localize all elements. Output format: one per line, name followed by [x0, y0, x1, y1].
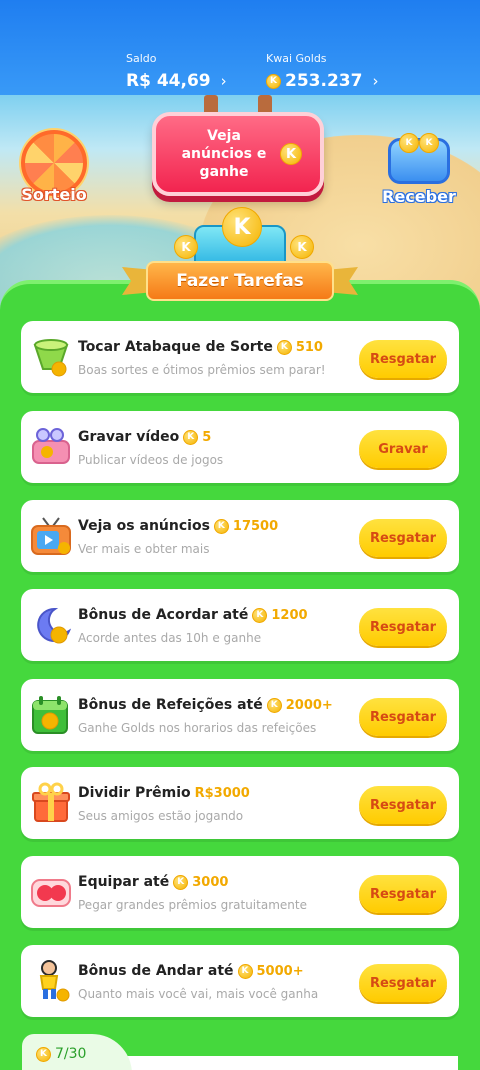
task-subtitle: Boas sortes e ótimos prêmios sem parar!	[78, 363, 326, 377]
moon-icon	[29, 603, 73, 647]
saldo-label: Saldo	[126, 52, 157, 65]
progress-count: 7/30	[55, 1046, 87, 1062]
task-card: Equipar até K 3000 Pegar grandes prêmios…	[21, 856, 459, 928]
gift-icon	[29, 781, 73, 825]
coin-icon: K	[174, 235, 198, 259]
task-reward: 1200	[271, 607, 308, 623]
task-reward: 510	[295, 339, 323, 355]
task-title: Tocar Atabaque de Sorte	[78, 339, 273, 355]
task-card: Bônus de Andar até K 5000+ Quanto mais v…	[21, 945, 459, 1017]
receber-button[interactable]: K K Receber	[380, 133, 458, 208]
saldo-value-row: R$ 44,69 ›	[126, 71, 227, 91]
resgatar-button[interactable]: Resgatar	[359, 519, 447, 557]
coin-icon: K	[399, 133, 419, 153]
treasure-chest-icon: K K	[388, 133, 450, 184]
task-title-row: Bônus de Acordar até K 1200	[78, 607, 308, 623]
coin-icon: K	[280, 143, 302, 165]
task-title-row: Gravar vídeo K 5	[78, 429, 211, 445]
coin-icon: K	[222, 207, 262, 247]
task-title: Bônus de Refeições até	[78, 697, 263, 713]
receber-label: Receber	[382, 187, 456, 206]
task-card: Bônus de Acordar até K 1200 Acorde antes…	[21, 589, 459, 661]
sorteio-label: Sorteio	[21, 185, 87, 204]
task-reward: 3000	[192, 874, 229, 890]
watch-ads-label: Veja anúncios e ganhe	[181, 128, 267, 180]
golds-stat[interactable]: Kwai Golds K 253.237 ›	[266, 52, 378, 91]
task-card: Bônus de Refeições até K 2000+ Ganhe Gol…	[21, 679, 459, 751]
resgatar-button[interactable]: Resgatar	[359, 698, 447, 736]
coin-icon: K	[276, 339, 292, 355]
boxing-glove-icon	[29, 870, 73, 914]
task-title: Bônus de Andar até	[78, 963, 234, 979]
task-reward: 2000+	[285, 697, 333, 713]
golds-value-row: K 253.237 ›	[266, 71, 378, 91]
video-record-icon	[29, 425, 73, 469]
coin-icon: K	[266, 73, 281, 89]
drum-icon	[29, 335, 73, 379]
task-subtitle: Ganhe Golds nos horarios das refeições	[78, 721, 317, 735]
coin-icon: K	[419, 133, 439, 153]
task-card: Veja os anúncios K 17500 Ver mais e obte…	[21, 500, 459, 572]
runner-icon	[29, 959, 73, 1003]
task-reward: R$3000	[194, 785, 250, 801]
banner-title: Fazer Tarefas	[146, 261, 334, 301]
gravar-button[interactable]: Gravar	[359, 430, 447, 468]
coin-icon: K	[183, 429, 199, 445]
task-title: Equipar até	[78, 874, 170, 890]
resgatar-button[interactable]: Resgatar	[359, 875, 447, 913]
task-reward: 5000+	[256, 963, 304, 979]
task-title-row: Dividir Prêmio R$3000	[78, 785, 250, 801]
coin-icon: K	[252, 607, 268, 623]
task-title-row: Tocar Atabaque de Sorte K 510	[78, 339, 323, 355]
task-title-row: Bônus de Andar até K 5000+	[78, 963, 304, 979]
coin-icon: K	[36, 1046, 51, 1062]
resgatar-button[interactable]: Resgatar	[359, 964, 447, 1002]
golds-value: 253.237	[285, 71, 363, 91]
tv-icon	[29, 514, 73, 558]
saldo-stat[interactable]: Saldo R$ 44,69 ›	[126, 52, 227, 91]
task-subtitle: Seus amigos estão jogando	[78, 809, 244, 823]
resgatar-button[interactable]: Resgatar	[359, 340, 447, 378]
task-title-row: Bônus de Refeições até K 2000+	[78, 697, 333, 713]
task-reward: 17500	[232, 518, 279, 534]
task-subtitle: Acorde antes das 10h e ganhe	[78, 631, 262, 645]
task-subtitle: Publicar vídeos de jogos	[78, 453, 224, 467]
task-title: Bônus de Acordar até	[78, 607, 249, 623]
task-title-row: Equipar até K 3000	[78, 874, 228, 890]
task-subtitle: Quanto mais você vai, mais você ganha	[78, 987, 319, 1001]
resgatar-button[interactable]: Resgatar	[359, 786, 447, 824]
task-title: Dividir Prêmio	[78, 785, 191, 801]
task-title: Veja os anúncios	[78, 518, 210, 534]
coin-icon: K	[290, 235, 314, 259]
chevron-right-icon: ›	[220, 72, 227, 90]
coin-icon: K	[266, 697, 282, 713]
sorteio-button[interactable]: Sorteio	[18, 130, 90, 206]
task-card: Tocar Atabaque de Sorte K 510 Boas sorte…	[21, 321, 459, 393]
calendar-icon	[29, 693, 73, 737]
chevron-right-icon: ›	[372, 72, 379, 90]
coin-icon: K	[237, 963, 253, 979]
coin-icon: K	[213, 518, 229, 534]
watch-ads-button[interactable]: Veja anúncios e ganhe K	[152, 112, 324, 196]
task-subtitle: Pegar grandes prêmios gratuitamente	[78, 898, 307, 912]
header-bar	[0, 0, 480, 100]
saldo-value: R$ 44,69	[126, 71, 211, 91]
coin-icon: K	[173, 874, 189, 890]
task-title: Gravar vídeo	[78, 429, 180, 445]
task-reward: 5	[202, 429, 212, 445]
task-card: Gravar vídeo K 5 Publicar vídeos de jogo…	[21, 411, 459, 483]
task-subtitle: Ver mais e obter mais	[78, 542, 210, 556]
task-title-row: Veja os anúncios K 17500	[78, 518, 278, 534]
task-card: Dividir Prêmio R$3000 Seus amigos estão …	[21, 767, 459, 839]
tasks-banner: K K K Fazer Tarefas	[110, 205, 370, 305]
golds-label: Kwai Golds	[266, 52, 327, 65]
resgatar-button[interactable]: Resgatar	[359, 608, 447, 646]
